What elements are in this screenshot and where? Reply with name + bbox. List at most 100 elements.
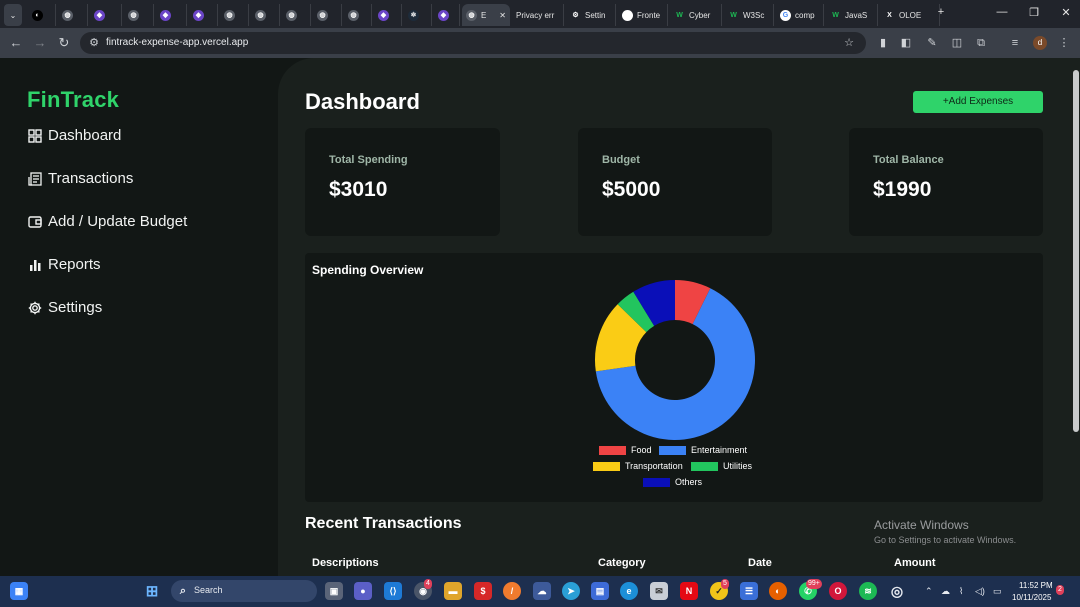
tab-active[interactable]: ◍ E ✕	[462, 4, 510, 26]
edge-icon[interactable]: e	[620, 582, 638, 600]
widgets-icon[interactable]: ▦	[10, 582, 28, 600]
legend-item-food[interactable]: Food	[599, 445, 652, 455]
browser-tab[interactable]: ◍	[251, 4, 280, 26]
sidebar-item-reports[interactable]: Reports	[28, 256, 101, 273]
meet-icon[interactable]: ●	[354, 582, 372, 600]
new-tab-icon[interactable]: +	[933, 6, 949, 18]
browser-tab[interactable]: Gcomp	[776, 4, 824, 26]
minimize-icon[interactable]: —	[994, 6, 1010, 18]
receipt-icon	[28, 171, 42, 186]
browser-tab[interactable]: X OLOE	[880, 4, 940, 26]
browser-tab[interactable]: W W3Sc	[724, 4, 774, 26]
browser-tab[interactable]: ◐	[28, 4, 56, 26]
tab-groups-icon[interactable]: ≡	[1008, 36, 1022, 50]
task-view-icon[interactable]: ▣	[325, 582, 343, 600]
sidebar-item-budget[interactable]: Add / Update Budget	[28, 213, 187, 230]
vscode-icon[interactable]: ⟨⟩	[384, 582, 402, 600]
copilot-icon[interactable]: ◎	[888, 582, 906, 600]
browser-tab[interactable]: ⚙ Settin	[566, 4, 616, 26]
browser-tab[interactable]: Fronte	[618, 4, 668, 26]
mail-icon[interactable]: ✉	[650, 582, 668, 600]
legend-item-transportation[interactable]: Transportation	[593, 461, 683, 471]
norton-icon[interactable]: $	[474, 582, 492, 600]
scrollbar-thumb[interactable]	[1073, 70, 1079, 432]
browser-tab[interactable]: W Cyber	[670, 4, 722, 26]
tab-search-button[interactable]: ⌄	[4, 4, 22, 26]
browser-tab[interactable]: ◍	[282, 4, 311, 26]
browser-tab[interactable]: ◆	[189, 4, 218, 26]
firefox-icon[interactable]: ◐	[769, 582, 787, 600]
tab-label: Settin	[585, 10, 606, 20]
legend-label: Others	[675, 477, 703, 487]
spotify-icon[interactable]: ≋	[859, 582, 877, 600]
browser-tab[interactable]: W JavaS	[826, 4, 878, 26]
card-label: Total Spending	[329, 154, 408, 166]
back-icon[interactable]: ←	[8, 35, 24, 50]
fintrack-app: FinTrack Dashboard Transactions Add / Up…	[0, 58, 1080, 576]
extensions-puzzle-icon[interactable]: ⧉	[974, 36, 988, 50]
sidebar-item-settings[interactable]: Settings	[28, 299, 102, 316]
onedrive-icon[interactable]: ☁	[533, 582, 551, 600]
file-explorer-icon[interactable]: ▬	[444, 582, 462, 600]
browser-tab[interactable]: ◆	[374, 4, 402, 26]
browser-tab[interactable]: Privacy err	[512, 4, 564, 26]
reading-list-icon[interactable]: ▮	[876, 36, 890, 50]
eyedropper-icon[interactable]: ✎	[925, 36, 939, 50]
total-balance-card: Total Balance $1990	[849, 128, 1043, 236]
browser-tab[interactable]: ◍	[124, 4, 154, 26]
browser-tab[interactable]: ◍	[344, 4, 372, 26]
dashboard-icon	[28, 128, 42, 143]
activate-windows-subtitle: Go to Settings to activate Windows.	[874, 535, 1017, 545]
clock-time: 11:52 PM	[1019, 581, 1053, 590]
browser-tab[interactable]: ◍	[220, 4, 249, 26]
cloud-icon[interactable]: ☁	[941, 586, 950, 597]
legend-label: Food	[631, 445, 652, 455]
extension-icon[interactable]: ◧	[899, 36, 913, 50]
battery-icon[interactable]: ▭	[993, 586, 1002, 597]
forward-icon[interactable]: →	[32, 35, 48, 50]
extension-icon[interactable]: ◫	[950, 36, 964, 50]
close-window-icon[interactable]: ✕	[1058, 6, 1074, 19]
search-icon: ⌕	[179, 584, 187, 597]
w-icon: W	[730, 11, 737, 19]
browser-tab[interactable]: ◍	[58, 4, 88, 26]
browser-tab[interactable]: ◆	[90, 4, 122, 26]
brave-icon[interactable]: /	[503, 582, 521, 600]
globe-icon: ◍	[317, 9, 328, 21]
reload-icon[interactable]: ↻	[56, 35, 72, 51]
notification-badge[interactable]: 2	[1056, 585, 1064, 595]
opera-icon[interactable]: O	[829, 582, 847, 600]
browser-tab[interactable]: ◆	[434, 4, 460, 26]
chevron-up-icon[interactable]: ⌃	[925, 586, 933, 597]
browser-tab[interactable]: ⚛	[404, 4, 432, 26]
volume-icon[interactable]: ◁)	[975, 586, 985, 597]
browser-tab[interactable]: ◍	[313, 4, 342, 26]
legend-item-utilities[interactable]: Utilities	[691, 461, 752, 471]
chat-icon[interactable]: ☰	[740, 582, 758, 600]
legend-swatch	[691, 461, 718, 471]
maximize-icon[interactable]: ❐	[1026, 6, 1042, 19]
telegram-icon[interactable]: ➤	[562, 582, 580, 600]
legend-item-entertainment[interactable]: Entertainment	[659, 445, 747, 455]
globe-icon: ◍	[224, 9, 235, 21]
taskbar-search-box[interactable]	[171, 580, 317, 602]
chrome-badge: 4	[424, 579, 432, 589]
recent-transactions-title: Recent Transactions	[305, 515, 462, 532]
menu-kebab-icon[interactable]: ⋮	[1057, 36, 1071, 50]
tab-label: E	[481, 10, 487, 20]
browser-tab[interactable]: ◆	[156, 4, 187, 26]
profile-avatar[interactable]: d	[1033, 36, 1047, 50]
add-expenses-button[interactable]: +Add Expenses	[913, 91, 1043, 113]
sidebar-item-dashboard[interactable]: Dashboard	[28, 127, 121, 144]
close-tab-icon[interactable]: ✕	[499, 11, 506, 20]
legend-swatch	[643, 477, 670, 487]
store-icon[interactable]: ▤	[591, 582, 609, 600]
wifi-icon[interactable]: ⌇	[959, 586, 963, 597]
legend-item-others[interactable]: Others	[643, 477, 702, 487]
site-info-icon[interactable]: ⚙	[87, 36, 101, 50]
start-windows-icon[interactable]: ⊞	[143, 582, 161, 600]
netflix-icon[interactable]: N	[680, 582, 698, 600]
gear-icon: ⚙	[572, 12, 579, 19]
bookmark-star-icon[interactable]: ☆	[842, 36, 856, 50]
sidebar-item-transactions[interactable]: Transactions	[28, 170, 133, 187]
